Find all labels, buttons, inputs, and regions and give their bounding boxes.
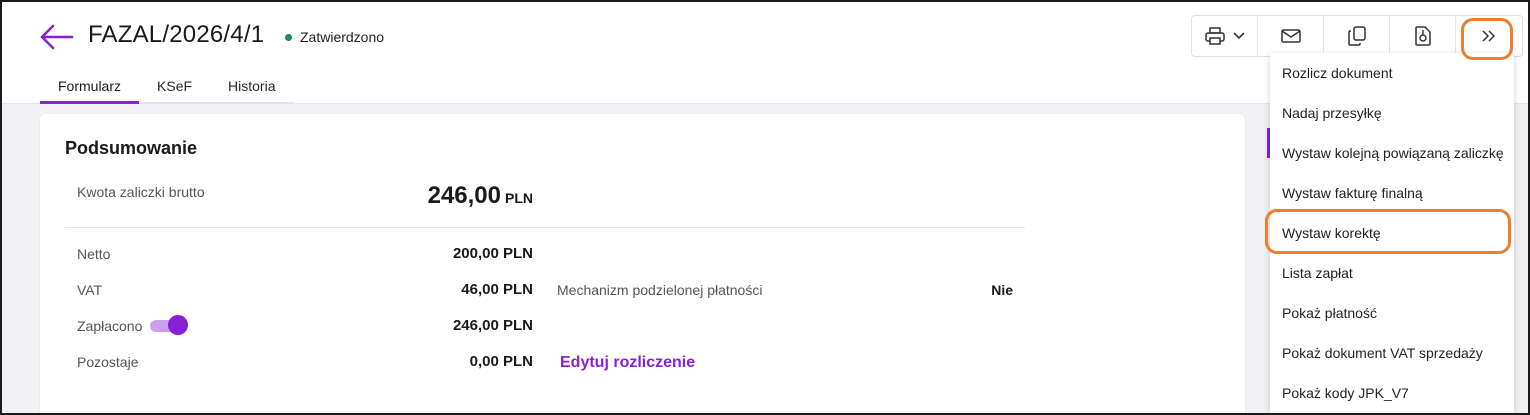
summary-divider: [65, 227, 1025, 228]
menu-item-wystaw-zaliczke[interactable]: Wystaw kolejną powiązaną zaliczkę: [1270, 133, 1514, 173]
menu-item-pokaz-platnosc[interactable]: Pokaż płatność: [1270, 293, 1514, 333]
vat-label: VAT: [77, 282, 103, 298]
app-frame: FAZAL/2026/4/1 Zatwierdzono Formularz KS…: [0, 0, 1530, 415]
menu-item-lista-zaplat[interactable]: Lista zapłat: [1270, 253, 1514, 293]
status-label: Zatwierdzono: [300, 29, 385, 45]
toggle-knob: [168, 315, 188, 335]
more-button-highlight: [1461, 18, 1513, 60]
copy-icon: [1347, 26, 1366, 46]
tab-ksef[interactable]: KSeF: [139, 72, 210, 102]
page-title: FAZAL/2026/4/1: [88, 21, 265, 48]
chevron-down-icon: [1232, 32, 1245, 40]
summary-title: Podsumowanie: [65, 138, 198, 158]
gross-amount-value: 246,00 PLN: [428, 182, 533, 210]
split-payment-label: Mechanizm podzielonej płatności: [557, 282, 763, 298]
status-dot-icon: [285, 33, 292, 41]
arrow-left-icon[interactable]: [40, 24, 74, 50]
menu-item-highlight: [1265, 209, 1511, 254]
menu-item-nadaj-przesylke[interactable]: Nadaj przesyłkę: [1270, 93, 1514, 133]
remaining-label: Pozostaje: [77, 354, 139, 370]
menu-item-wystaw-fakture-finalna[interactable]: Wystaw fakturę finalną: [1270, 173, 1514, 213]
tab-formularz[interactable]: Formularz: [40, 72, 140, 104]
net-label: Netto: [77, 246, 111, 262]
menu-item-pokaz-dokument-vat[interactable]: Pokaż dokument VAT sprzedaży: [1270, 333, 1514, 373]
summary-card: Podsumowanie Kwota zaliczki brutto 246,0…: [40, 114, 1245, 413]
split-payment-value: Nie: [991, 282, 1013, 298]
pdf-button[interactable]: [1390, 16, 1456, 56]
tab-historia[interactable]: Historia: [210, 72, 293, 102]
paid-value: 246,00 PLN: [452, 317, 533, 334]
menu-item-pokaz-kody-jpk[interactable]: Pokaż kody JPK_V7: [1270, 373, 1514, 413]
remaining-value: 0,00 PLN: [469, 353, 533, 370]
paid-label: Zapłacono: [77, 318, 143, 334]
gross-amount-label: Kwota zaliczki brutto: [77, 184, 205, 200]
gross-amount-currency: PLN: [505, 190, 533, 206]
printer-icon: [1204, 27, 1225, 45]
mail-icon: [1280, 29, 1301, 43]
copy-button[interactable]: [1324, 16, 1390, 56]
gross-amount-number: 246,00: [427, 182, 501, 209]
net-value: 200,00 PLN: [452, 245, 533, 262]
pdf-file-icon: [1414, 26, 1431, 46]
edit-settlement-link[interactable]: Edytuj rozliczenie: [560, 354, 695, 372]
email-button[interactable]: [1258, 16, 1324, 56]
print-button[interactable]: [1192, 16, 1258, 56]
status-badge: Zatwierdzono: [285, 29, 384, 45]
vat-value: 46,00 PLN: [461, 281, 533, 298]
tab-bar: Formularz KSeF Historia: [40, 72, 294, 104]
paid-toggle[interactable]: [150, 315, 188, 335]
